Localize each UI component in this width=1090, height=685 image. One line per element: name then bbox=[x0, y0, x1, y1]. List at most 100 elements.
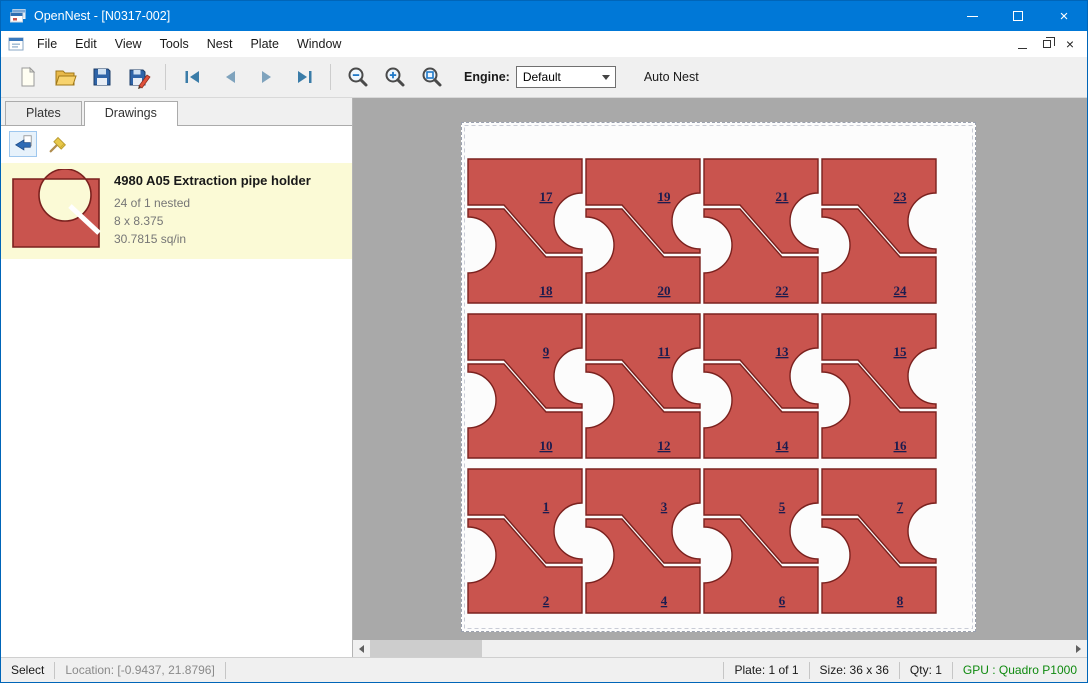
menubar: File Edit View Tools Nest Plate Window × bbox=[1, 31, 1087, 57]
blue-arrow-icon bbox=[12, 133, 34, 155]
part-number: 20 bbox=[658, 283, 671, 298]
part-number: 12 bbox=[658, 438, 671, 453]
nested-pair[interactable]: 56 bbox=[704, 469, 818, 613]
zoom-out-button[interactable] bbox=[339, 61, 376, 94]
part-number: 17 bbox=[540, 189, 554, 204]
last-arrow-icon bbox=[292, 65, 316, 89]
minimize-button[interactable] bbox=[949, 1, 995, 31]
auto-nest-button[interactable]: Auto Nest bbox=[636, 64, 707, 90]
menu-edit[interactable]: Edit bbox=[66, 32, 106, 56]
previous-plate-button[interactable] bbox=[211, 61, 248, 94]
mdi-restore-button[interactable] bbox=[1035, 34, 1057, 54]
part-number: 22 bbox=[776, 283, 789, 298]
part-number: 3 bbox=[661, 499, 668, 514]
titlebar: OpenNest - [N0317-002] × bbox=[1, 1, 1087, 31]
open-button[interactable] bbox=[46, 61, 83, 94]
clear-nest-button[interactable] bbox=[44, 131, 72, 157]
toolbar-separator bbox=[165, 64, 166, 90]
app-icon bbox=[10, 9, 26, 23]
toolbar: Engine: Default Auto Nest bbox=[1, 57, 1087, 98]
nested-pair[interactable]: 910 bbox=[468, 314, 582, 458]
status-mode: Select bbox=[1, 663, 54, 677]
status-qty: Qty: 1 bbox=[900, 663, 952, 677]
mdi-minimize-icon bbox=[1018, 48, 1027, 49]
nested-pair[interactable]: 23 24 bbox=[822, 159, 936, 303]
first-plate-button[interactable] bbox=[174, 61, 211, 94]
save-edit-icon bbox=[127, 65, 151, 89]
status-gpu: GPU : Quadro P1000 bbox=[953, 663, 1087, 677]
next-plate-button[interactable] bbox=[248, 61, 285, 94]
broom-icon bbox=[47, 133, 69, 155]
drawing-area: 30.7815 sq/in bbox=[114, 230, 311, 248]
menu-nest[interactable]: Nest bbox=[198, 32, 242, 56]
nested-pair[interactable]: 12 bbox=[468, 469, 582, 613]
save-button[interactable] bbox=[83, 61, 120, 94]
part-number: 7 bbox=[897, 499, 904, 514]
zoom-fit-icon bbox=[420, 65, 444, 89]
part-number: 24 bbox=[894, 283, 908, 298]
plate-sheet[interactable]: 171819202122232491011121314151612345678 bbox=[461, 122, 976, 632]
scroll-right-button[interactable] bbox=[1070, 640, 1087, 657]
chevron-down-icon[interactable] bbox=[597, 75, 615, 80]
nested-pair[interactable]: 34 bbox=[586, 469, 700, 613]
nested-pair[interactable]: 1920 bbox=[586, 159, 700, 303]
part-number: 1 bbox=[543, 499, 550, 514]
part-number: 2 bbox=[543, 593, 550, 608]
drawing-list-item[interactable]: 4980 A05 Extraction pipe holder 24 of 1 … bbox=[1, 163, 352, 259]
save-edit-button[interactable] bbox=[120, 61, 157, 94]
part-number: 8 bbox=[897, 593, 904, 608]
status-separator bbox=[225, 662, 226, 679]
close-button[interactable]: × bbox=[1041, 1, 1087, 31]
sidebar: Plates Drawings bbox=[1, 98, 353, 657]
part-number: 15 bbox=[894, 344, 908, 359]
menu-file[interactable]: File bbox=[28, 32, 66, 56]
window-title: OpenNest - [N0317-002] bbox=[34, 9, 170, 23]
plate-svg: 171819202122232491011121314151612345678 bbox=[462, 123, 975, 631]
new-button[interactable] bbox=[9, 61, 46, 94]
menu-tools[interactable]: Tools bbox=[151, 32, 198, 56]
tab-plates[interactable]: Plates bbox=[5, 101, 82, 125]
menu-view[interactable]: View bbox=[106, 32, 151, 56]
maximize-icon bbox=[1013, 11, 1023, 21]
status-location: Location: [-0.9437, 21.8796] bbox=[55, 663, 224, 677]
mdi-minimize-button[interactable] bbox=[1011, 34, 1033, 54]
engine-label: Engine: bbox=[464, 70, 510, 84]
part-number: 14 bbox=[776, 438, 790, 453]
nest-canvas[interactable]: 171819202122232491011121314151612345678 bbox=[353, 98, 1087, 657]
menu-window[interactable]: Window bbox=[288, 32, 350, 56]
drawing-title: 4980 A05 Extraction pipe holder bbox=[114, 173, 311, 188]
part-number: 5 bbox=[779, 499, 786, 514]
return-part-button[interactable] bbox=[9, 131, 37, 157]
nested-pair[interactable]: 1516 bbox=[822, 314, 936, 458]
tab-drawings[interactable]: Drawings bbox=[84, 101, 178, 126]
zoom-in-button[interactable] bbox=[376, 61, 413, 94]
statusbar: Select Location: [-0.9437, 21.8796] Plat… bbox=[1, 657, 1087, 682]
toolbar-separator bbox=[330, 64, 331, 90]
scrollbar-thumb[interactable] bbox=[370, 640, 482, 657]
mdi-close-icon: × bbox=[1066, 37, 1074, 51]
nested-pair[interactable]: 2122 bbox=[704, 159, 818, 303]
scroll-left-button[interactable] bbox=[353, 640, 370, 657]
zoom-fit-button[interactable] bbox=[413, 61, 450, 94]
part-number: 10 bbox=[540, 438, 553, 453]
part-number: 4 bbox=[661, 593, 668, 608]
nested-pair[interactable]: 1314 bbox=[704, 314, 818, 458]
close-icon: × bbox=[1060, 9, 1069, 24]
last-plate-button[interactable] bbox=[285, 61, 322, 94]
menu-plate[interactable]: Plate bbox=[241, 32, 288, 56]
maximize-button[interactable] bbox=[995, 1, 1041, 31]
zoom-in-icon bbox=[383, 65, 407, 89]
status-plate: Plate: 1 of 1 bbox=[724, 663, 808, 677]
new-document-icon bbox=[16, 65, 40, 89]
engine-select[interactable]: Default bbox=[516, 66, 616, 88]
part-number: 11 bbox=[658, 344, 670, 359]
nested-pair[interactable]: 11 12 bbox=[586, 314, 700, 458]
open-folder-icon bbox=[53, 65, 77, 89]
next-arrow-icon bbox=[255, 65, 279, 89]
nested-pair[interactable]: 1718 bbox=[468, 159, 582, 303]
nested-pair[interactable]: 78 bbox=[822, 469, 936, 613]
horizontal-scrollbar[interactable] bbox=[353, 640, 1087, 657]
mdi-close-button[interactable]: × bbox=[1059, 34, 1081, 54]
part-number: 18 bbox=[540, 283, 554, 298]
part-number: 23 bbox=[894, 189, 908, 204]
